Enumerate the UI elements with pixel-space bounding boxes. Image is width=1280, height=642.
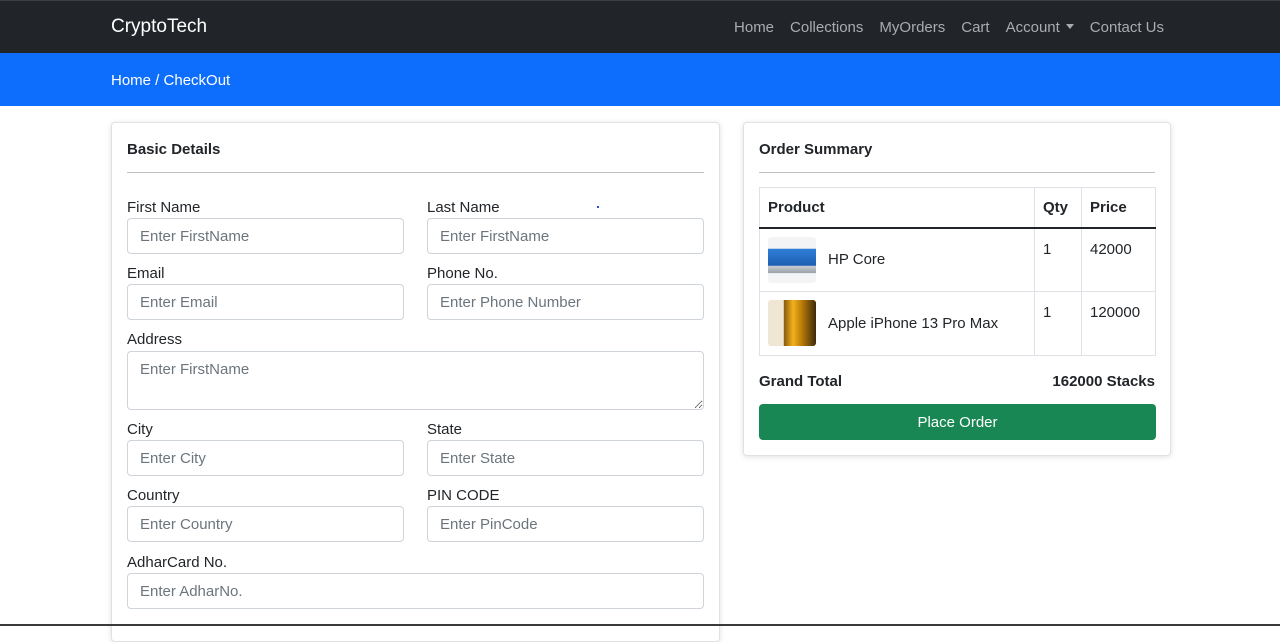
basic-details-card: Basic Details First Name Last Name Email…: [111, 122, 720, 642]
product-cell: HP Core: [759, 227, 1035, 292]
country-label: Country: [127, 487, 180, 504]
grand-total-label: Grand Total: [759, 373, 843, 390]
phone-input[interactable]: [427, 284, 704, 320]
nav-cart[interactable]: Cart: [961, 19, 989, 36]
nav-collections[interactable]: Collections: [790, 19, 863, 36]
order-table: Product Qty Price HP Core 1 42000 Apple …: [759, 187, 1156, 356]
state-input[interactable]: [427, 440, 704, 476]
caret-down-icon: [1065, 24, 1074, 29]
address-label: Address: [127, 331, 183, 348]
divider: [759, 172, 1155, 173]
place-order-button[interactable]: Place Order: [759, 404, 1156, 440]
price-cell: 120000: [1081, 291, 1156, 356]
qty-cell: 1: [1034, 227, 1082, 292]
grand-total-value: 162000 Stacks: [1052, 373, 1155, 390]
city-input[interactable]: [127, 440, 404, 476]
order-summary-title: Order Summary: [759, 141, 873, 158]
table-row: HP Core 1 42000: [759, 227, 1156, 292]
first-name-input[interactable]: [127, 218, 404, 254]
product-name: HP Core: [828, 251, 886, 268]
email-label: Email: [127, 265, 165, 282]
top-navbar: CryptoTech Home Collections MyOrders Car…: [0, 0, 1280, 53]
adhar-input[interactable]: [127, 573, 704, 609]
nav-home[interactable]: Home: [734, 19, 774, 36]
nav-myorders[interactable]: MyOrders: [879, 19, 945, 36]
nav-account-label: Account: [1005, 19, 1060, 36]
email-input[interactable]: [127, 284, 404, 320]
column-header-product: Product: [759, 187, 1035, 229]
basic-details-title: Basic Details: [127, 141, 221, 158]
pincode-input[interactable]: [427, 506, 704, 542]
breadcrumb: Home / CheckOut: [111, 72, 231, 89]
column-header-price: Price: [1081, 187, 1156, 229]
table-row: Apple iPhone 13 Pro Max 1 120000: [759, 291, 1156, 356]
nav-account-dropdown[interactable]: Account: [1006, 19, 1074, 36]
last-name-input[interactable]: [427, 218, 704, 254]
address-textarea[interactable]: [127, 351, 704, 410]
state-label: State: [427, 421, 463, 438]
column-header-qty: Qty: [1034, 187, 1082, 229]
divider: [127, 172, 704, 173]
order-summary-card: Order Summary Product Qty Price HP Core …: [743, 122, 1171, 456]
qty-cell: 1: [1034, 291, 1082, 356]
stray-dot: [597, 206, 599, 208]
iphone-image: [768, 300, 816, 346]
pincode-label: PIN CODE: [427, 487, 500, 504]
nav-contact-us[interactable]: Contact Us: [1090, 19, 1164, 36]
nav-links: Home Collections MyOrders Cart Account C…: [734, 19, 1164, 36]
country-input[interactable]: [127, 506, 404, 542]
last-name-label: Last Name: [427, 199, 500, 216]
breadcrumb-bar: Home / CheckOut: [0, 53, 1280, 106]
first-name-label: First Name: [127, 199, 201, 216]
phone-label: Phone No.: [427, 265, 498, 282]
product-name: Apple iPhone 13 Pro Max: [828, 314, 999, 332]
city-label: City: [127, 421, 153, 438]
adhar-label: AdharCard No.: [127, 554, 228, 571]
product-cell: Apple iPhone 13 Pro Max: [759, 291, 1035, 356]
brand-logo[interactable]: CryptoTech: [111, 16, 207, 38]
price-cell: 42000: [1081, 227, 1156, 292]
laptop-image: [768, 236, 816, 283]
